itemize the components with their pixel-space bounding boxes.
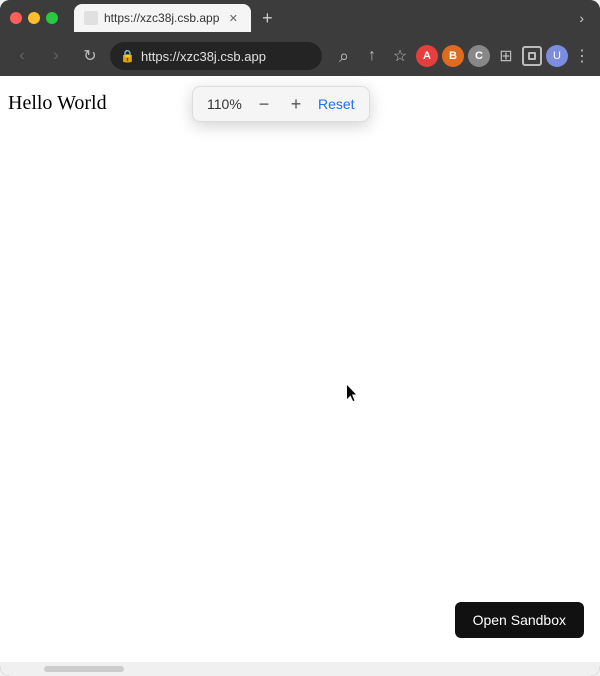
back-button[interactable]: ‹	[8, 42, 36, 70]
forward-button[interactable]: ›	[42, 42, 70, 70]
close-button[interactable]	[10, 12, 22, 24]
tab-chevron-button[interactable]: ›	[573, 10, 590, 26]
reload-button[interactable]: ↻	[76, 42, 104, 70]
minimize-button[interactable]	[28, 12, 40, 24]
cast-icon[interactable]	[522, 46, 542, 66]
tab-extras: ›	[573, 10, 590, 26]
toolbar-icons: ⌕ ↑ ☆ A B C ⊞ U ⋮	[332, 44, 592, 68]
horizontal-scrollbar[interactable]	[44, 666, 124, 672]
title-bar: https://xzc38j.csb.app ✕ + ›	[0, 0, 600, 36]
zoom-decrease-button[interactable]: −	[254, 94, 274, 115]
open-sandbox-button[interactable]: Open Sandbox	[455, 602, 584, 638]
tab-favicon	[84, 11, 98, 25]
maximize-button[interactable]	[46, 12, 58, 24]
address-bar: ‹ › ↻ 🔒 https://xzc38j.csb.app ⌕ ↑ ☆ A B…	[0, 36, 600, 76]
browser-window: https://xzc38j.csb.app ✕ + › ‹ › ↻ 🔒 htt…	[0, 0, 600, 676]
puzzle-icon[interactable]: ⊞	[494, 44, 518, 68]
lock-icon: 🔒	[120, 49, 135, 63]
extension1-icon[interactable]: A	[416, 45, 438, 67]
share-icon[interactable]: ↑	[360, 44, 384, 68]
zoom-percent-display: 110%	[207, 96, 242, 112]
scrollbar-area	[0, 662, 600, 676]
tab-title: https://xzc38j.csb.app	[104, 11, 219, 25]
active-tab[interactable]: https://xzc38j.csb.app ✕	[74, 4, 251, 32]
zoom-increase-button[interactable]: +	[286, 94, 306, 115]
tab-close-button[interactable]: ✕	[225, 10, 241, 26]
url-display: https://xzc38j.csb.app	[141, 49, 266, 64]
hello-world-text: Hello World	[8, 92, 107, 115]
window-controls	[10, 12, 58, 24]
mouse-cursor	[347, 385, 359, 403]
address-bar-input[interactable]: 🔒 https://xzc38j.csb.app	[110, 42, 322, 70]
profile-icon[interactable]: U	[546, 45, 568, 67]
search-icon[interactable]: ⌕	[332, 44, 356, 68]
webpage-content: Hello World 110% − + Reset Open Sandbox	[0, 76, 600, 662]
extension3-icon[interactable]: C	[468, 45, 490, 67]
bookmark-icon[interactable]: ☆	[388, 44, 412, 68]
zoom-reset-button[interactable]: Reset	[318, 96, 355, 112]
extension2-icon[interactable]: B	[442, 45, 464, 67]
tab-bar: https://xzc38j.csb.app ✕ + ›	[74, 4, 590, 32]
new-tab-button[interactable]: +	[255, 6, 279, 30]
zoom-popup: 110% − + Reset	[192, 86, 370, 122]
menu-button[interactable]: ⋮	[572, 46, 592, 66]
